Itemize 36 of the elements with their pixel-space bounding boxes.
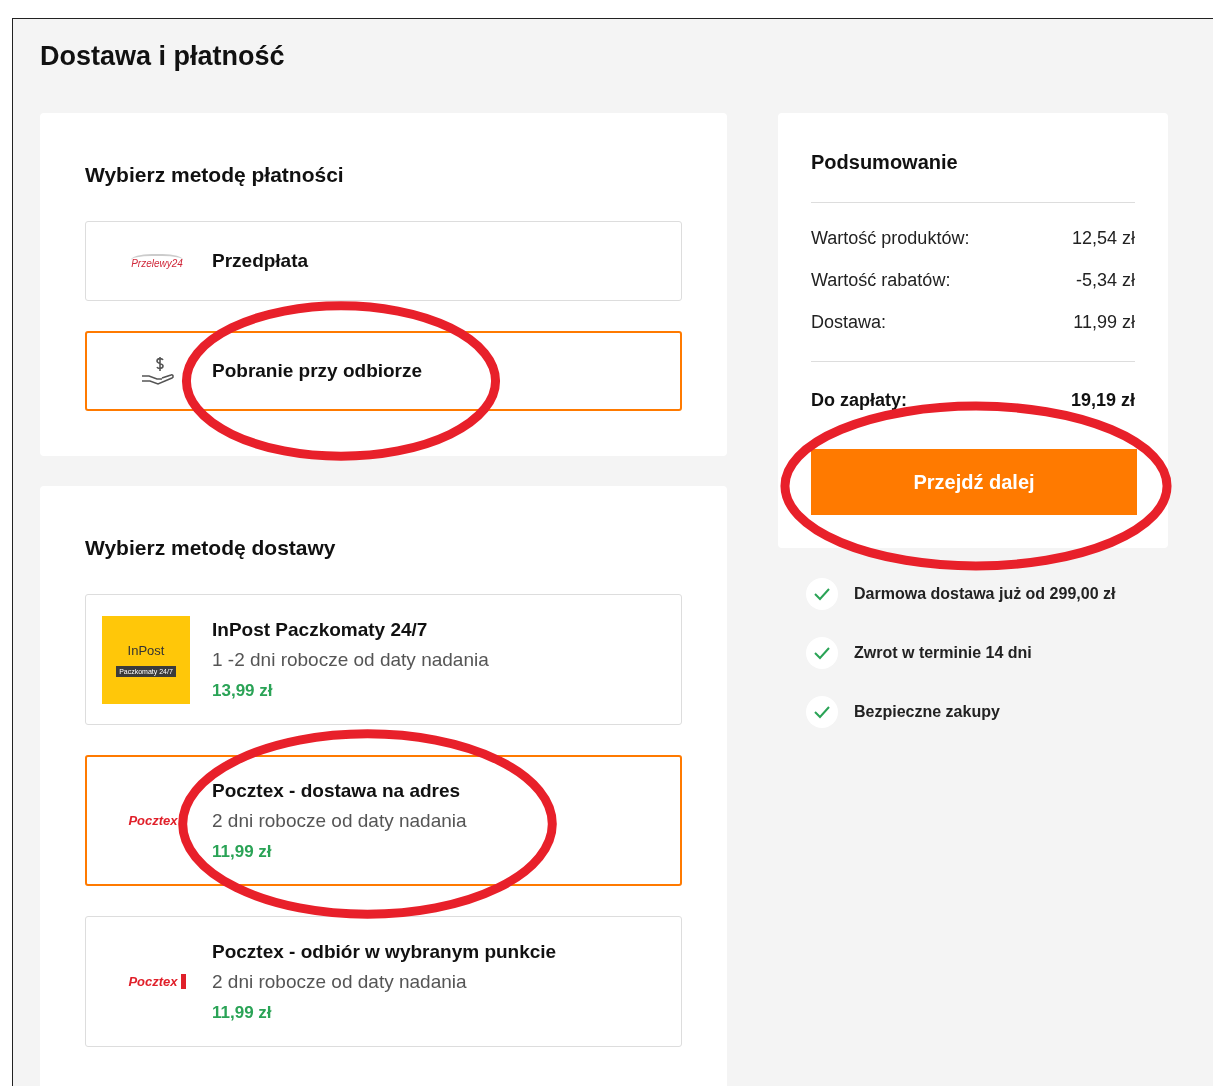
option-title: Pobranie przy odbiorze <box>212 360 423 382</box>
przelewy-logo: Przelewy24 <box>131 253 183 269</box>
pocztex-logo: Pocztex <box>128 974 186 989</box>
benefit-text: Zwrot w terminie 14 dni <box>854 644 1032 662</box>
benefit-text: Darmowa dostawa już od 299,00 zł <box>854 585 1116 603</box>
delivery-option[interactable]: Pocztex Pocztex - dostawa na adres 2 dni robocze od daty nadania 11,99 zł <box>85 755 682 886</box>
summary-value: -5,34 zł <box>1075 270 1135 291</box>
delivery-time: 1 -2 dni robocze od daty nadania <box>212 648 489 671</box>
summary-label: Wartość rabatów: <box>811 270 951 291</box>
section-heading: Wybierz metodę dostawy <box>85 536 336 560</box>
summary-title: Podsumowanie <box>811 151 1135 203</box>
summary-label: Wartość produktów: <box>811 228 970 249</box>
summary-value: 12,54 zł <box>1071 228 1135 249</box>
check-icon <box>806 696 838 728</box>
section-heading: Wybierz metodę płatności <box>85 163 344 187</box>
benefit-text: Bezpieczne zakupy <box>854 703 1000 721</box>
payment-option[interactable]: Pobranie przy odbiorze <box>85 331 682 411</box>
pocztex-logo: Pocztex <box>128 813 186 828</box>
summary-value: 11,99 zł <box>1073 312 1135 333</box>
option-title: Przedpłata <box>212 250 309 272</box>
delivery-option[interactable]: Pocztex Pocztex - odbiór w wybranym punkcie 2 dni robocze od daty nadania 11,99 zł <box>85 916 682 1047</box>
check-icon <box>806 578 838 610</box>
total-value: 19,19 zł <box>1070 390 1135 411</box>
delivery-time: 2 dni robocze od daty nadania <box>212 970 467 993</box>
delivery-price: 11,99 zł <box>212 1002 272 1023</box>
summary-label: Dostawa: <box>811 312 887 333</box>
total-label: Do zapłaty: <box>811 390 907 411</box>
delivery-price: 13,99 zł <box>212 680 273 701</box>
payment-option[interactable]: Przelewy24 Przedpłata <box>85 221 682 301</box>
delivery-price: 11,99 zł <box>212 841 272 862</box>
option-title: InPost Paczkomaty 24/7 <box>212 618 428 641</box>
option-title: Pocztex - odbiór w wybranym punkcie <box>212 940 557 963</box>
page-title: Dostawa i płatność <box>40 41 285 72</box>
check-icon <box>806 637 838 669</box>
delivery-time: 2 dni robocze od daty nadania <box>212 809 467 832</box>
option-title: Pocztex - dostawa na adres <box>212 779 461 802</box>
